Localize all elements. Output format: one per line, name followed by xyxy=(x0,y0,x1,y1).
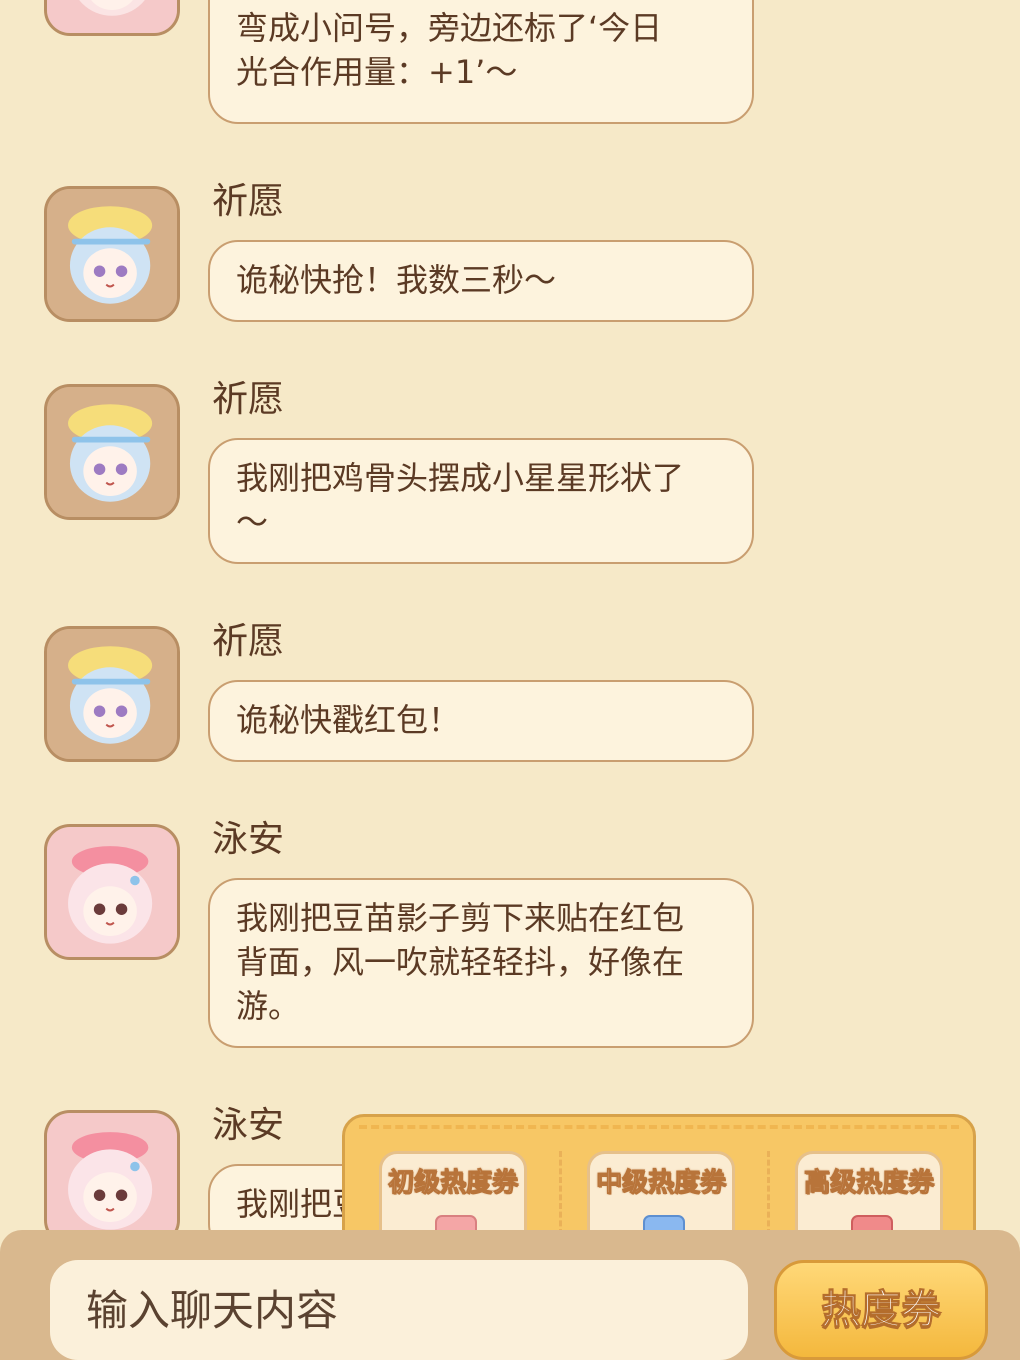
pink-girl-avatar-icon xyxy=(47,0,177,33)
message-bubble: 我刚把豆苗画进速写本啦，根须 弯成小问号，旁边还标了‘今日 光合作用量：+1’～ xyxy=(208,0,754,124)
chat-input[interactable] xyxy=(50,1260,748,1360)
avatar[interactable] xyxy=(44,824,180,960)
blue-girl-avatar-icon xyxy=(47,189,177,319)
sender-name: 祈愿 xyxy=(212,181,285,222)
sender-name: 泳安 xyxy=(212,1105,285,1146)
coupon-title: 中级热度券 xyxy=(595,1168,726,1199)
blue-girl-avatar-icon xyxy=(47,387,177,517)
hot-coupon-button[interactable]: 热度券 xyxy=(774,1260,988,1360)
message-bubble: 诡秘快抢！我数三秒～ xyxy=(208,240,754,322)
pink-girl-avatar-icon xyxy=(47,827,177,957)
blue-girl-avatar-icon xyxy=(47,629,177,759)
message-bubble: 我刚把豆苗影子剪下来贴在红包 背面，风一吹就轻轻抖，好像在 游。 xyxy=(208,878,754,1048)
pink-girl-avatar-icon xyxy=(47,1113,177,1243)
sender-name: 泳安 xyxy=(212,819,285,860)
message-bubble: 我刚把鸡骨头摆成小星星形状了 ～ xyxy=(208,438,754,564)
avatar[interactable] xyxy=(44,1110,180,1246)
avatar[interactable] xyxy=(44,0,180,36)
sender-name: 祈愿 xyxy=(212,621,285,662)
sender-name: 祈愿 xyxy=(212,379,285,420)
coupon-title: 高级热度券 xyxy=(803,1168,934,1199)
message-bubble: 诡秘快戳红包！ xyxy=(208,680,754,762)
avatar[interactable] xyxy=(44,384,180,520)
avatar[interactable] xyxy=(44,626,180,762)
coupon-title: 初级热度券 xyxy=(387,1168,518,1199)
chat-input-bar: 热度券 xyxy=(0,1230,1020,1360)
avatar[interactable] xyxy=(44,186,180,322)
